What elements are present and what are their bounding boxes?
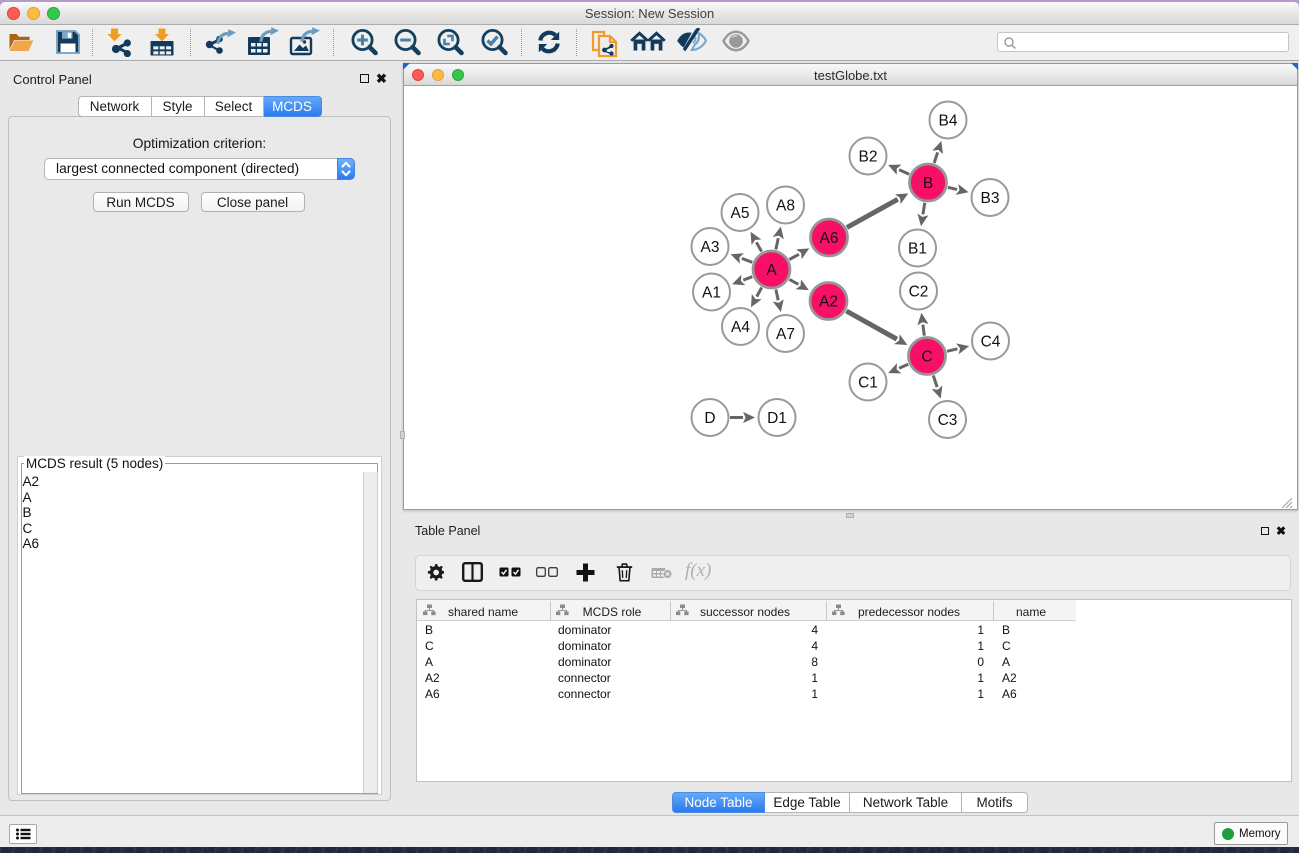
- svg-text:A2: A2: [819, 294, 838, 311]
- svg-text:C2: C2: [909, 284, 929, 301]
- svg-text:C: C: [921, 349, 932, 366]
- svg-text:A6: A6: [820, 230, 839, 247]
- svg-text:A7: A7: [776, 326, 795, 343]
- svg-text:B3: B3: [981, 190, 1000, 207]
- svg-text:B: B: [923, 175, 933, 192]
- svg-text:B4: B4: [939, 113, 958, 130]
- svg-text:A: A: [766, 262, 777, 279]
- svg-text:D1: D1: [767, 410, 787, 427]
- svg-text:D: D: [704, 410, 715, 427]
- svg-text:A1: A1: [702, 285, 721, 302]
- svg-text:B2: B2: [859, 149, 878, 166]
- svg-text:A5: A5: [731, 205, 750, 222]
- svg-text:B1: B1: [908, 241, 927, 258]
- svg-text:A4: A4: [731, 319, 750, 336]
- svg-text:C3: C3: [938, 412, 958, 429]
- svg-text:A8: A8: [776, 198, 795, 215]
- svg-text:C4: C4: [981, 334, 1001, 351]
- svg-text:C1: C1: [858, 375, 878, 392]
- svg-text:A3: A3: [701, 239, 720, 256]
